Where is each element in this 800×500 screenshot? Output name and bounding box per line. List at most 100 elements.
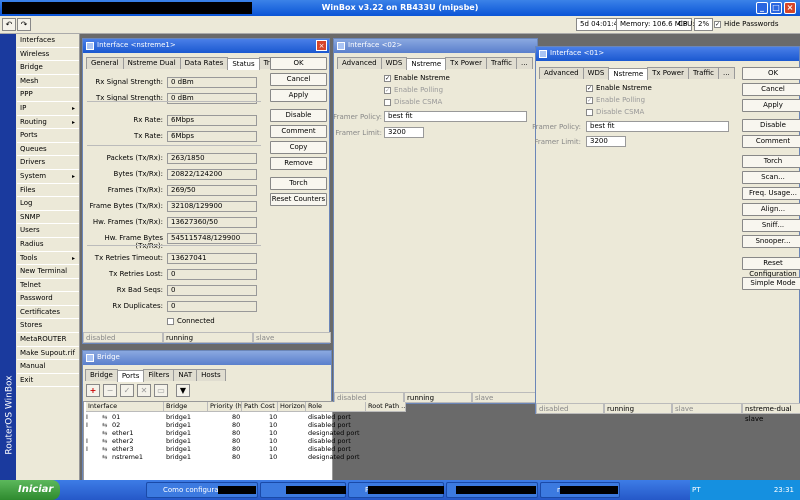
- enable-nstreme-checkbox[interactable]: ✓ Enable Nstreme: [384, 74, 450, 82]
- cancel-button[interactable]: Cancel: [742, 83, 800, 96]
- add-icon[interactable]: +: [86, 384, 100, 397]
- disable-button[interactable]: Disable: [742, 119, 800, 132]
- enable-nstreme-checkbox[interactable]: ✓ Enable Nstreme: [586, 84, 652, 92]
- filter-icon[interactable]: ▼: [176, 384, 190, 397]
- sidebar-item-interfaces[interactable]: Interfaces: [17, 34, 79, 48]
- tab-data-rates[interactable]: Data Rates: [179, 57, 229, 69]
- disable-csma-checkbox[interactable]: Disable CSMA: [586, 108, 644, 116]
- redo-icon[interactable]: ↷: [17, 18, 31, 31]
- tab-tx-power[interactable]: Tx Power: [445, 57, 487, 69]
- scan--button[interactable]: Scan...: [742, 171, 800, 184]
- torch-button[interactable]: Torch: [742, 155, 800, 168]
- column-header[interactable]: Path Cost: [242, 402, 278, 412]
- enable-polling-checkbox[interactable]: ✓ Enable Polling: [586, 96, 645, 104]
- table-row[interactable]: I ⇆ ether2 bridge1 80 10 disabled port: [84, 437, 351, 445]
- tab-nat[interactable]: NAT: [173, 369, 198, 381]
- sidebar-item-users[interactable]: Users: [17, 224, 79, 238]
- sidebar-item-wireless[interactable]: Wireless: [17, 48, 79, 62]
- sidebar-item-snmp[interactable]: SNMP: [17, 211, 79, 225]
- column-header[interactable]: Interface: [86, 402, 164, 412]
- sidebar-item-make-supout-rif[interactable]: Make Supout.rif: [17, 347, 79, 361]
- close-icon[interactable]: ×: [316, 40, 327, 51]
- framer-policy-select[interactable]: best fit: [384, 111, 527, 122]
- tab--[interactable]: ...: [515, 57, 533, 69]
- column-header[interactable]: Horizon: [278, 402, 306, 412]
- sidebar-item-queues[interactable]: Queues: [17, 143, 79, 157]
- sidebar-item-radius[interactable]: Radius: [17, 238, 79, 252]
- disable-csma-checkbox[interactable]: Disable CSMA: [384, 98, 442, 106]
- ok-button[interactable]: OK: [270, 57, 327, 70]
- enable-icon[interactable]: ✓: [120, 384, 134, 397]
- comment-button[interactable]: Comment: [742, 135, 800, 148]
- table-row[interactable]: I ⇆ ether3 bridge1 80 10 disabled port: [84, 445, 351, 453]
- sidebar-item-bridge[interactable]: Bridge: [17, 61, 79, 75]
- reset-counters-button[interactable]: Reset Counters: [270, 193, 327, 206]
- remove-icon[interactable]: −: [103, 384, 117, 397]
- column-header[interactable]: Bridge: [164, 402, 208, 412]
- sidebar-item-system[interactable]: System ▸: [17, 170, 79, 184]
- tab-advanced[interactable]: Advanced: [337, 57, 382, 69]
- column-header[interactable]: Priority (h...: [208, 402, 242, 412]
- undo-icon[interactable]: ↶: [2, 18, 16, 31]
- tab-tx-power[interactable]: Tx Power: [647, 67, 689, 79]
- sidebar-item-telnet[interactable]: Telnet: [17, 279, 79, 293]
- sidebar-item-new-terminal[interactable]: New Terminal: [17, 265, 79, 279]
- sidebar-item-ppp[interactable]: PPP: [17, 88, 79, 102]
- sidebar-item-files[interactable]: Files: [17, 184, 79, 198]
- table-row[interactable]: ⇆ nstreme1 bridge1 80 10 designated port: [84, 453, 360, 461]
- sniff--button[interactable]: Sniff...: [742, 219, 800, 232]
- tab-advanced[interactable]: Advanced: [539, 67, 584, 79]
- sidebar-item-metarouter[interactable]: MetaROUTER: [17, 333, 79, 347]
- tab--[interactable]: ...: [717, 67, 735, 79]
- sidebar-item-password[interactable]: Password: [17, 292, 79, 306]
- tab-nstreme-dual[interactable]: Nstreme Dual: [122, 57, 181, 69]
- framer-limit-field[interactable]: 3200: [586, 136, 626, 147]
- torch-button[interactable]: Torch: [270, 177, 327, 190]
- simple-mode-button[interactable]: Simple Mode: [742, 277, 800, 290]
- sidebar-item-manual[interactable]: Manual: [17, 360, 79, 374]
- column-header[interactable]: Root Path ...: [366, 402, 406, 412]
- dialog-titlebar[interactable]: Interface <01>: [536, 47, 799, 61]
- column-header[interactable]: Role: [306, 402, 366, 412]
- snooper--button[interactable]: Snooper...: [742, 235, 800, 248]
- hide-passwords-checkbox[interactable]: ✓ Hide Passwords: [714, 20, 779, 28]
- sidebar-item-exit[interactable]: Exit: [17, 374, 79, 388]
- tab-filters[interactable]: Filters: [143, 369, 175, 381]
- tab-bridge[interactable]: Bridge: [85, 369, 118, 381]
- disable-icon[interactable]: ✕: [137, 384, 151, 397]
- tab-general[interactable]: General: [86, 57, 124, 69]
- sidebar-item-mesh[interactable]: Mesh: [17, 75, 79, 89]
- tab-nstreme[interactable]: Nstreme: [406, 58, 447, 70]
- tab-ports[interactable]: Ports: [116, 370, 145, 382]
- dialog-titlebar[interactable]: Interface <02>: [334, 39, 537, 53]
- reset-configuration-button[interactable]: Reset Configuration: [742, 257, 800, 278]
- ok-button[interactable]: OK: [742, 67, 800, 80]
- table-row[interactable]: I ⇆ 02 bridge1 80 10 disabled port: [84, 421, 351, 429]
- enable-polling-checkbox[interactable]: ✓ Enable Polling: [384, 86, 443, 94]
- sidebar-item-drivers[interactable]: Drivers: [17, 156, 79, 170]
- tab-status[interactable]: Status: [227, 58, 260, 70]
- table-row[interactable]: ⇆ ether1 bridge1 80 10 designated port: [84, 429, 360, 437]
- maximize-button[interactable]: □: [770, 2, 782, 14]
- minimize-button[interactable]: _: [756, 2, 768, 14]
- tab-nstreme[interactable]: Nstreme: [608, 68, 649, 80]
- table-row[interactable]: I ⇆ 01 bridge1 80 10 disabled port: [84, 413, 351, 421]
- remove-button[interactable]: Remove: [270, 157, 327, 170]
- sidebar-item-certificates[interactable]: Certificates: [17, 306, 79, 320]
- tab-traffic[interactable]: Traffic: [687, 67, 719, 79]
- sidebar-item-stores[interactable]: Stores: [17, 319, 79, 334]
- sidebar-item-ports[interactable]: Ports: [17, 129, 79, 143]
- sidebar-item-log[interactable]: Log: [17, 197, 79, 211]
- apply-button[interactable]: Apply: [270, 89, 327, 102]
- sidebar-item-ip[interactable]: IP ▸: [17, 102, 79, 116]
- framer-limit-field[interactable]: 3200: [384, 127, 424, 138]
- cancel-button[interactable]: Cancel: [270, 73, 327, 86]
- tab-hosts[interactable]: Hosts: [196, 369, 226, 381]
- start-button[interactable]: Iniciar: [0, 480, 60, 500]
- tab-wds[interactable]: WDS: [380, 57, 408, 69]
- comment-icon[interactable]: ▭: [154, 384, 168, 397]
- sidebar-item-tools[interactable]: Tools ▸: [17, 252, 79, 266]
- freq-usage--button[interactable]: Freq. Usage...: [742, 187, 800, 200]
- tab-traffic[interactable]: Traffic: [485, 57, 517, 69]
- copy-button[interactable]: Copy: [270, 141, 327, 154]
